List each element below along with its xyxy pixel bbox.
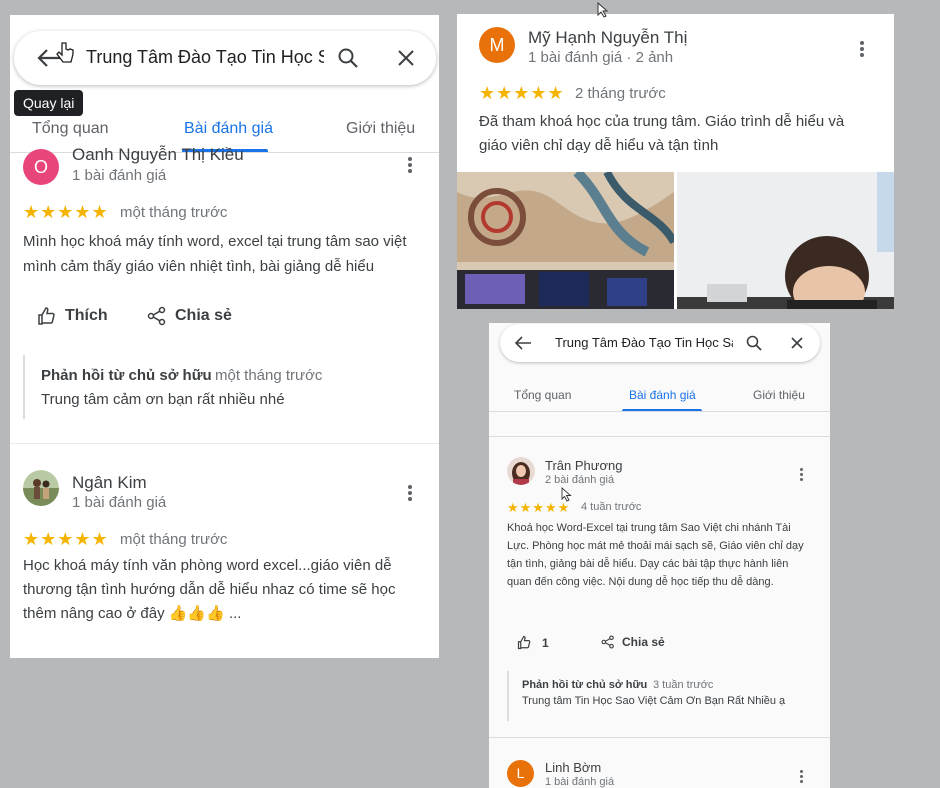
avatar: O <box>23 149 59 185</box>
owner-reply-time: một tháng trước <box>215 367 323 384</box>
avatar <box>23 470 59 506</box>
search-icon[interactable] <box>745 334 763 352</box>
share-label: Chia sẻ <box>175 307 232 324</box>
back-arrow-icon[interactable] <box>514 335 532 351</box>
review-card: Ngân Kim 1 bài đánh giá ★★★★★ một tháng … <box>10 444 439 658</box>
tab-about[interactable]: Giới thiệu <box>753 388 805 402</box>
back-tooltip: Quay lại <box>14 90 84 116</box>
close-icon[interactable] <box>790 336 804 350</box>
like-label: Thích <box>65 307 108 324</box>
tab-reviews[interactable]: Bài đánh giá <box>184 120 273 138</box>
review-card: O Oanh Nguyễn Thị Kiều 1 bài đánh giá ★★… <box>10 145 439 443</box>
search-icon[interactable] <box>336 46 360 70</box>
share-button[interactable]: Chia sẻ <box>147 306 232 326</box>
tab-overview[interactable]: Tổng quan <box>514 388 571 402</box>
owner-reply-text: Trung tâm cảm ơn bạn rất nhiều nhé <box>41 391 285 408</box>
review-photo[interactable] <box>677 172 894 309</box>
left-panel: Trung Tâm Đào Tạo Tin Học Sa Tổng quan B… <box>10 15 439 658</box>
reviewer-name[interactable]: Trân Phương <box>545 458 622 473</box>
tab-reviews[interactable]: Bài đánh giá <box>629 388 696 402</box>
thumbs-up-icon <box>38 307 55 325</box>
search-input[interactable]: Trung Tâm Đào Tạo Tin Học Sa <box>86 47 324 68</box>
review-time: 2 tháng trước <box>575 85 666 102</box>
reviewer-meta: 2 bài đánh giá <box>545 474 615 486</box>
star-rating: ★★★★★ <box>23 202 109 222</box>
avatar <box>507 457 535 485</box>
like-count: 1 <box>542 635 549 650</box>
share-label: Chia sẻ <box>622 635 665 649</box>
reviewer-meta: 1 bài đánh giá · 2 ảnh <box>528 49 674 66</box>
like-button[interactable]: 1 <box>517 635 549 650</box>
reviewer-meta: 1 bài đánh giá <box>72 167 167 184</box>
review-text: Khoá học Word-Excel tại trung tâm Sao Vi… <box>507 522 804 588</box>
hand-cursor-icon <box>56 42 74 63</box>
reviewer-meta: 1 bài đánh giá <box>72 494 167 511</box>
more-options-icon[interactable] <box>860 41 864 59</box>
star-rating: ★★★★★ <box>507 500 571 515</box>
review-time: 4 tuần trước <box>581 501 642 513</box>
review-time: một tháng trước <box>120 531 228 548</box>
reviewer-name[interactable]: Linh Bờm <box>545 760 601 775</box>
mouse-pointer-icon <box>597 2 609 18</box>
more-options-icon[interactable] <box>408 157 412 175</box>
tab-about[interactable]: Giới thiệu <box>346 120 415 138</box>
owner-reply-title: Phản hồi từ chủ sở hữu <box>41 367 212 384</box>
share-icon <box>601 635 614 649</box>
review-photo[interactable] <box>457 172 674 309</box>
top-right-panel: M Mỹ Hạnh Nguyễn Thị 1 bài đánh giá · 2 … <box>457 14 894 309</box>
close-icon[interactable] <box>396 48 416 68</box>
search-input[interactable]: Trung Tâm Đào Tạo Tin Học Sa <box>555 335 733 350</box>
more-options-icon[interactable] <box>800 468 803 483</box>
share-icon <box>147 306 166 326</box>
more-options-icon[interactable] <box>800 770 803 785</box>
owner-reply-time: 3 tuần trước <box>653 679 714 691</box>
star-rating: ★★★★★ <box>479 83 565 103</box>
review-card: Trân Phương 2 bài đánh giá ★★★★★ 4 tuần … <box>489 437 830 737</box>
owner-reply-text: Trung tâm Tin Học Sao Việt Cảm Ơn Bạn Rấ… <box>522 695 786 707</box>
search-bar[interactable]: Trung Tâm Đào Tạo Tin Học Sa <box>500 324 820 362</box>
like-button[interactable]: Thích <box>37 306 108 326</box>
review-card: L Linh Bờm 1 bài đánh giá <box>489 738 830 788</box>
reviewer-name[interactable]: Oanh Nguyễn Thị Kiều <box>72 145 244 165</box>
tab-divider <box>489 411 830 412</box>
star-rating: ★★★★★ <box>23 529 109 549</box>
bottom-right-panel: Trung Tâm Đào Tạo Tin Học Sa Tổng quan B… <box>489 323 830 788</box>
reviewer-name[interactable]: Ngân Kim <box>72 473 147 493</box>
avatar: L <box>507 760 534 787</box>
more-options-icon[interactable] <box>408 485 412 503</box>
review-time: một tháng trước <box>120 204 228 221</box>
owner-reply-title: Phản hồi từ chủ sở hữu <box>522 679 648 691</box>
share-button[interactable]: Chia sẻ <box>601 635 665 649</box>
owner-reply: Phản hồi từ chủ sở hữu một tháng trước T… <box>23 355 425 419</box>
review-text: Đã tham khoá học của trung tâm. Giáo trì… <box>479 113 845 154</box>
thumbs-up-icon <box>517 635 531 650</box>
reviewer-meta: 1 bài đánh giá <box>545 776 615 788</box>
tab-overview[interactable]: Tổng quan <box>32 120 109 138</box>
owner-reply: Phản hồi từ chủ sở hữu 3 tuần trước Trun… <box>507 671 809 721</box>
reviewer-name[interactable]: Mỹ Hạnh Nguyễn Thị <box>528 28 687 48</box>
avatar: M <box>479 27 515 63</box>
search-bar[interactable]: Trung Tâm Đào Tạo Tin Học Sa <box>14 31 436 85</box>
review-text: Mình học khoá máy tính word, excel tại t… <box>23 233 407 275</box>
review-text: Học khoá máy tính văn phòng word excel..… <box>23 557 396 622</box>
